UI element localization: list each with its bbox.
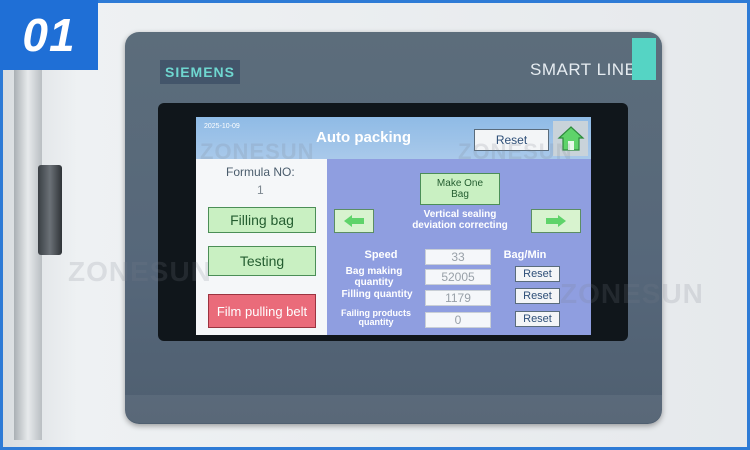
failing-products-label: Failing products quantity (340, 308, 411, 328)
failing-products-value: 0 (425, 312, 491, 328)
make-one-bag-button[interactable]: Make One Bag (420, 173, 500, 205)
watermark-text: ZONESUN (68, 256, 212, 287)
right-controls: Make One Bag Vertical sealing deviation … (327, 159, 591, 335)
deviation-right-button[interactable] (531, 209, 581, 233)
bag-making-reset-button[interactable]: Reset (515, 266, 560, 282)
bag-making-label: Bag making quantity (345, 266, 403, 288)
timestamp: 2025-10-09 (204, 123, 240, 130)
failing-products-reset-button[interactable]: Reset (515, 311, 560, 327)
model-label: SMART LINE (530, 60, 637, 79)
speed-unit: Bag/Min (503, 249, 547, 261)
filling-quantity-reset-button[interactable]: Reset (515, 288, 560, 304)
speed-value: 33 (425, 249, 491, 265)
left-controls: Formula NO: 1 Filling bag Testing Film p… (196, 159, 327, 335)
film-pulling-belt-button[interactable]: Film pulling belt (208, 294, 316, 328)
filling-quantity-label: Filling quantity (341, 289, 413, 300)
deviation-left-button[interactable] (334, 209, 374, 233)
touch-screen: 2025-10-09 Auto packing Reset Formula NO… (196, 117, 591, 335)
panel-reflection (125, 395, 662, 423)
door-hinge (38, 165, 62, 255)
filling-bag-button[interactable]: Filling bag (208, 207, 316, 233)
arrow-left-icon (344, 215, 364, 227)
watermark-text: ZONESUN (458, 139, 573, 164)
bag-making-value: 52005 (425, 269, 491, 285)
formula-value: 1 (257, 183, 264, 197)
vertical-sealing-label: Vertical sealing deviation correcting (412, 209, 508, 231)
step-badge: 01 (0, 0, 98, 70)
testing-button[interactable]: Testing (208, 246, 316, 276)
watermark-text: ZONESUN (200, 139, 315, 164)
arrow-right-icon (546, 215, 566, 227)
filling-quantity-value: 1179 (425, 290, 491, 306)
watermark-text: ZONESUN (560, 278, 704, 309)
brand-logo: SIEMENS (160, 60, 240, 84)
screen-title: Auto packing (316, 129, 412, 146)
speed-label: Speed (364, 249, 398, 261)
formula-label: Formula NO: (226, 165, 295, 179)
status-tab (632, 38, 656, 80)
